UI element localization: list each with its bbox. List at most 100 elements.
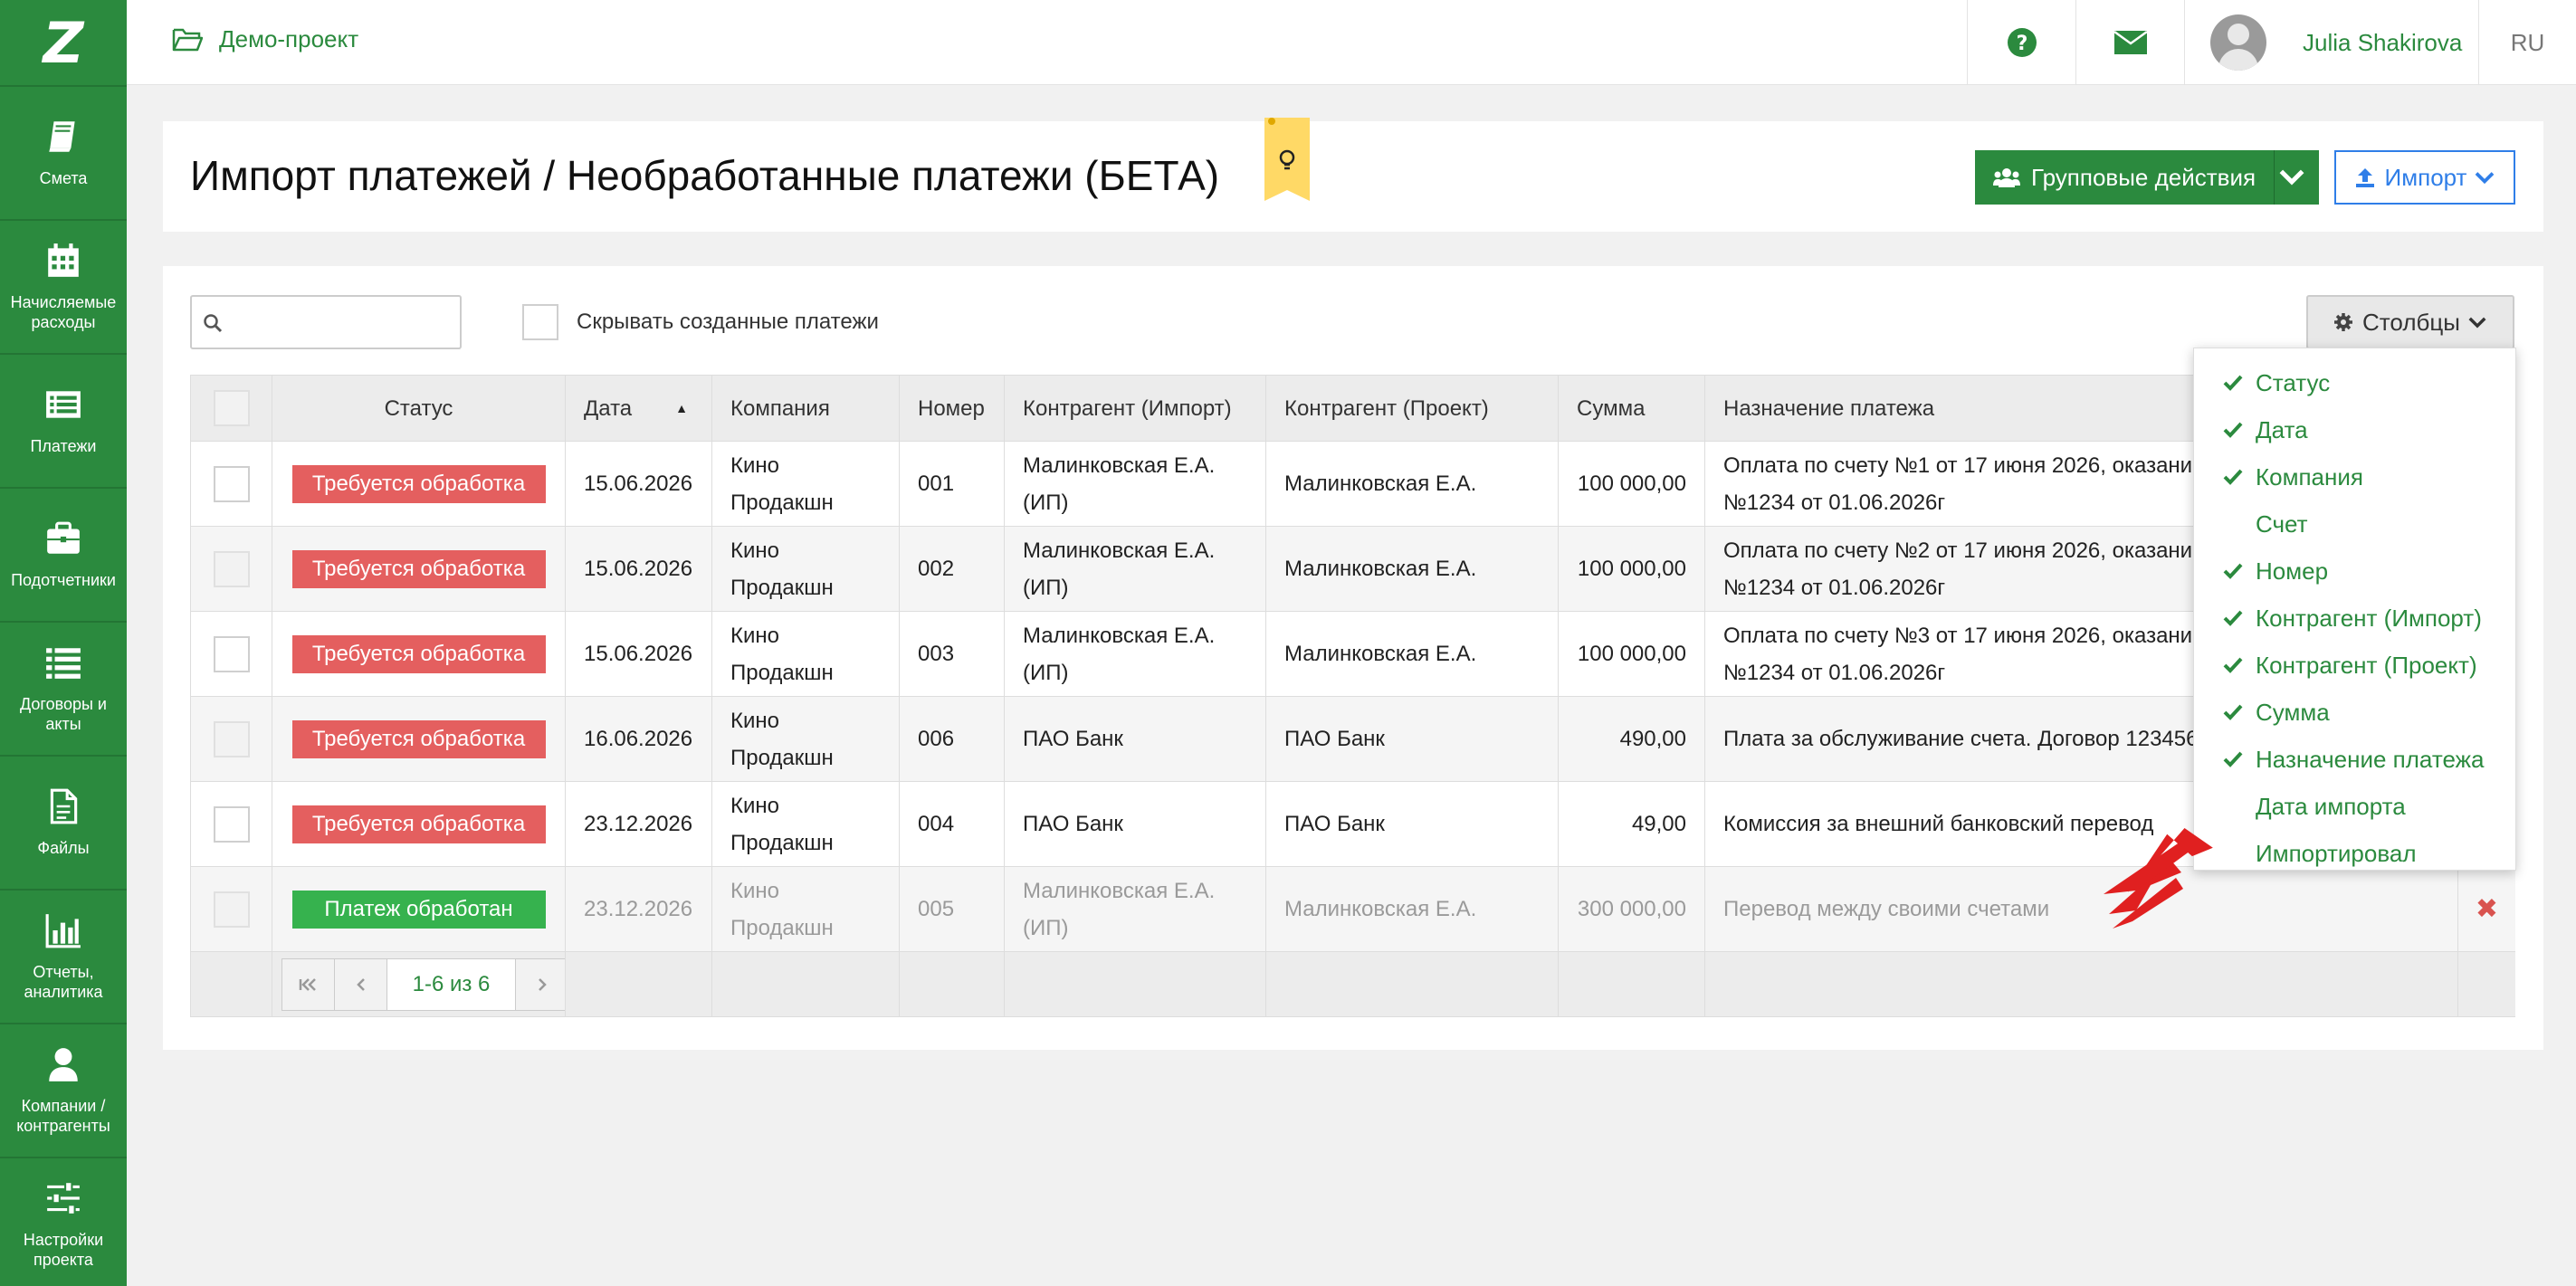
counterparty-import-cell: ПАО Банк <box>1005 782 1266 866</box>
table-row[interactable]: Требуется обработка 15.06.2026 Кино Прод… <box>190 442 2515 527</box>
header-select-all <box>190 376 272 441</box>
sidebar-item-label: Подотчетники <box>11 571 116 589</box>
header-amount[interactable]: Сумма <box>1559 376 1705 441</box>
sliders-icon <box>47 1181 80 1215</box>
group-actions-group: Групповые действия <box>1975 150 2320 205</box>
messages-button[interactable] <box>2075 0 2184 85</box>
table-footer-row: 1-6 из 6 <box>190 952 2515 1017</box>
book-icon <box>49 121 75 152</box>
search-input[interactable] <box>190 295 462 349</box>
counterparty-import-cell: Малинковская Е.А. (ИП) <box>1005 527 1266 611</box>
counterparty-project-cell: Малинковская Е.А. <box>1266 527 1559 611</box>
columns-button[interactable]: Столбцы <box>2306 295 2514 349</box>
sidebar-item-label: Отчеты, аналитика <box>24 963 103 1001</box>
header-counterparty-import[interactable]: Контрагент (Импорт) <box>1005 376 1266 441</box>
header-counterparty-project[interactable]: Контрагент (Проект) <box>1266 376 1559 441</box>
app-logo[interactable]: Z <box>0 0 127 87</box>
select-all-checkbox[interactable] <box>213 390 250 426</box>
status-badge: Требуется обработка <box>291 464 546 503</box>
row-checkbox[interactable] <box>213 550 250 587</box>
sidebar-item-payments[interactable]: Платежи <box>0 355 127 489</box>
lightbulb-bookmark-icon[interactable] <box>1264 118 1310 201</box>
header-number[interactable]: Номер <box>900 376 1005 441</box>
counterparty-project-cell: ПАО Банк <box>1266 782 1559 866</box>
sidebar-item-companies[interactable]: Компании / контрагенты <box>0 1024 127 1158</box>
hide-created-label: Скрывать созданные платежи <box>577 310 879 334</box>
columns-menu-item-label: Компания <box>2256 462 2363 491</box>
row-checkbox[interactable] <box>213 720 250 757</box>
columns-menu-item[interactable]: Дата импорта <box>2194 783 2515 830</box>
prev-page-button[interactable] <box>335 958 387 1010</box>
project-name: Демо-проект <box>219 25 359 52</box>
sidebar-item-estimate[interactable]: Смета <box>0 87 127 221</box>
columns-menu-item[interactable]: Дата <box>2194 406 2515 453</box>
row-checkbox[interactable] <box>213 805 250 843</box>
row-select <box>190 867 272 951</box>
sidebar-item-project-settings[interactable]: Настройки проекта <box>0 1158 127 1286</box>
envelope-icon <box>2113 30 2148 54</box>
search-icon <box>204 314 223 333</box>
company-cell: Кино Продакшн <box>712 867 900 951</box>
status-cell: Требуется обработка <box>272 442 566 526</box>
row-checkbox[interactable] <box>213 465 250 502</box>
sidebar-item-label: Платежи <box>30 437 97 455</box>
next-page-button[interactable] <box>516 959 565 1010</box>
purpose-line2: №1234 от 01.06.2026г <box>1723 660 1946 685</box>
columns-menu-item[interactable]: Контрагент (Проект) <box>2194 642 2515 689</box>
sidebar-item-reports[interactable]: Отчеты, аналитика <box>0 891 127 1024</box>
table-row[interactable]: Требуется обработка 16.06.2026 Кино Прод… <box>190 697 2515 782</box>
columns-menu-item-label: Номер <box>2256 557 2329 585</box>
date-cell: 15.06.2026 <box>566 442 712 526</box>
language-switch[interactable]: RU <box>2478 0 2576 85</box>
sidebar-item-accrued-expenses[interactable]: Начисляемые расходы <box>0 221 127 355</box>
columns-menu-item[interactable]: Статус <box>2194 359 2515 406</box>
sidebar-item-accountable[interactable]: Подотчетники <box>0 489 127 623</box>
first-page-button[interactable] <box>282 958 335 1010</box>
import-button[interactable]: Импорт <box>2334 150 2515 205</box>
row-checkbox[interactable] <box>213 891 250 928</box>
date-cell: 23.12.2026 <box>566 867 712 951</box>
columns-menu-item[interactable]: Назначение платежа <box>2194 736 2515 783</box>
row-checkbox[interactable] <box>213 635 250 672</box>
sidebar-item-label: Настройки проекта <box>23 1231 104 1269</box>
status-badge: Платеж обработан <box>291 890 546 929</box>
header-company[interactable]: Компания <box>712 376 900 441</box>
hide-created-checkbox[interactable] <box>522 304 558 340</box>
header-date[interactable]: Дата ▲ <box>566 376 712 441</box>
help-button[interactable]: ? <box>1967 0 2075 85</box>
row-select <box>190 527 272 611</box>
gear-icon <box>2334 313 2353 331</box>
columns-menu-item-label: Назначение платежа <box>2256 745 2485 773</box>
status-cell: Требуется обработка <box>272 612 566 696</box>
sidebar-item-contracts[interactable]: Договоры и акты <box>0 623 127 757</box>
group-actions-button[interactable]: Групповые действия <box>1975 150 2275 205</box>
number-cell: 002 <box>900 527 1005 611</box>
delete-icon[interactable]: ✖ <box>2476 891 2498 928</box>
amount-cell: 100 000,00 <box>1559 442 1705 526</box>
status-cell: Требуется обработка <box>272 527 566 611</box>
hide-created-toggle[interactable]: Скрывать созданные платежи <box>522 304 879 340</box>
users-icon <box>1993 168 2020 187</box>
user-menu[interactable]: Julia Shakirova <box>2184 0 2478 85</box>
columns-menu-item[interactable]: Компания <box>2194 453 2515 500</box>
project-link[interactable]: Демо-проект <box>172 25 358 53</box>
header-status[interactable]: Статус <box>272 376 566 441</box>
status-badge: Требуется обработка <box>291 805 546 843</box>
sidebar-item-label: Смета <box>39 169 88 187</box>
pointer-arrow-icon <box>2104 827 2213 929</box>
company-cell: Кино Продакшн <box>712 527 900 611</box>
check-icon <box>2223 468 2245 486</box>
group-actions-dropdown[interactable] <box>2274 150 2320 205</box>
columns-menu-item[interactable]: Импортировал <box>2194 830 2515 877</box>
table-row[interactable]: Требуется обработка 15.06.2026 Кино Прод… <box>190 612 2515 697</box>
calendar-icon <box>48 243 79 277</box>
columns-menu-item[interactable]: Номер <box>2194 548 2515 595</box>
list-alt-icon <box>46 391 81 418</box>
columns-menu-item[interactable]: Контрагент (Импорт) <box>2194 595 2515 642</box>
chevron-left-icon <box>356 977 365 991</box>
table-row[interactable]: Требуется обработка 15.06.2026 Кино Прод… <box>190 527 2515 612</box>
columns-menu-item[interactable]: Счет <box>2194 500 2515 548</box>
status-badge: Требуется обработка <box>291 719 546 758</box>
sidebar-item-files[interactable]: Файлы <box>0 757 127 891</box>
columns-menu-item[interactable]: Сумма <box>2194 689 2515 736</box>
